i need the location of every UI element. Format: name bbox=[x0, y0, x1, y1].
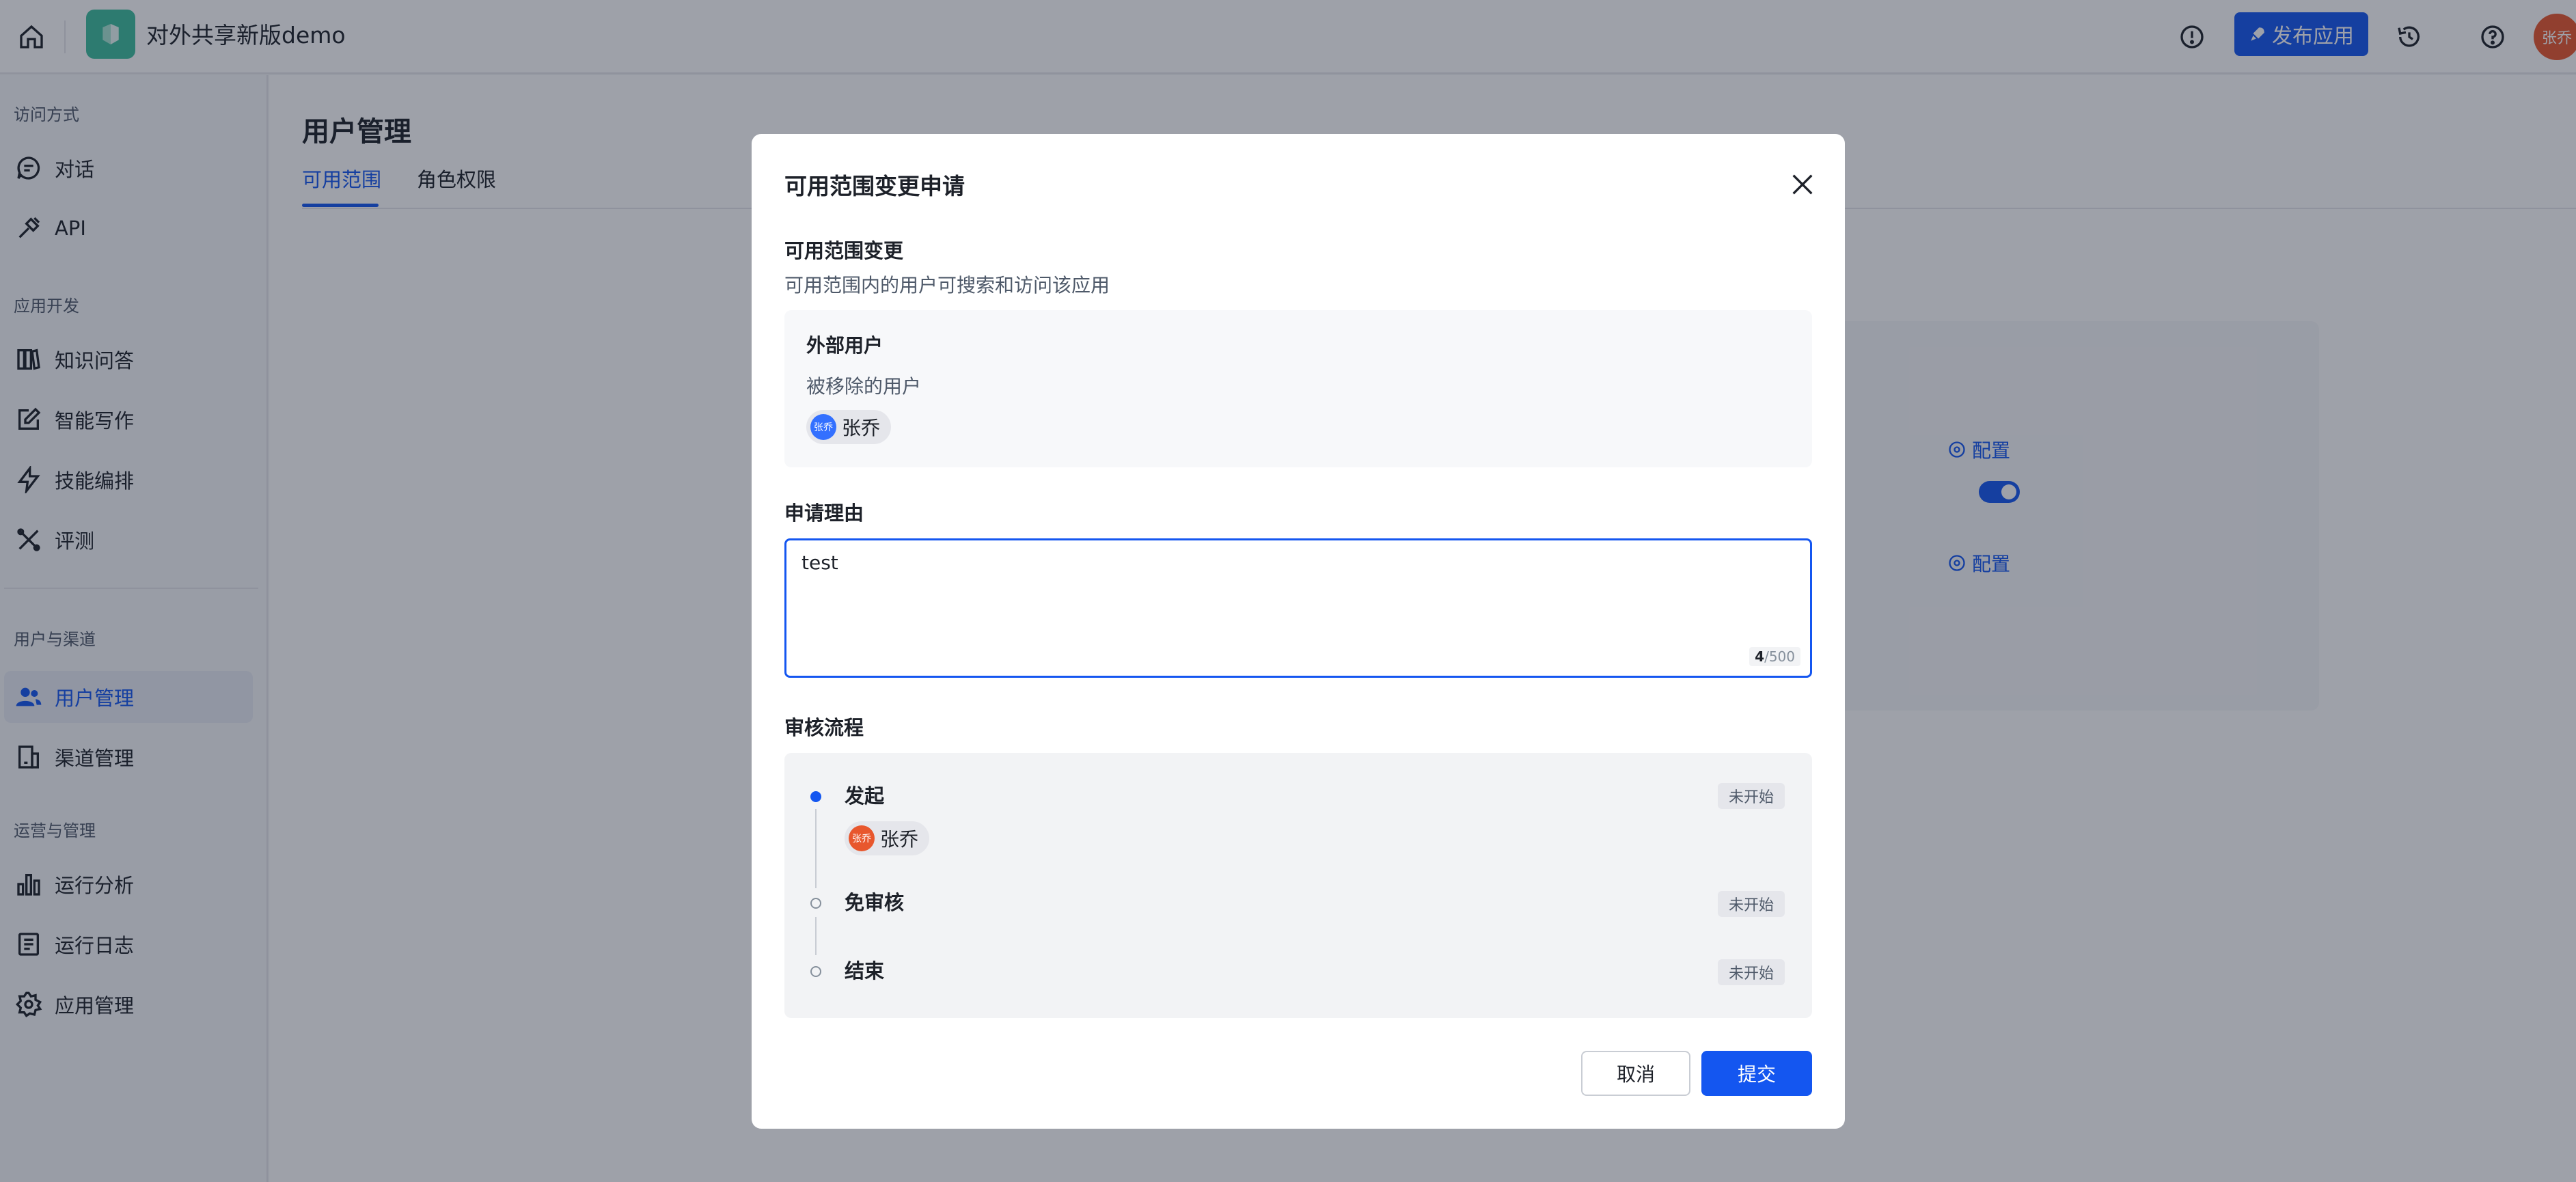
cancel-button[interactable]: 取消 bbox=[1581, 1051, 1690, 1096]
approval-flow-box: 发起 未开始 张乔 张乔 免审核 未开始 结束 未开始 bbox=[784, 753, 1812, 1018]
flow-step-name: 结束 bbox=[845, 959, 885, 982]
approval-flow-label: 审核流程 bbox=[784, 716, 864, 739]
flow-step-dot bbox=[810, 898, 821, 909]
status-badge: 未开始 bbox=[1718, 959, 1785, 985]
scope-change-box: 外部用户 被移除的用户 张乔 张乔 bbox=[784, 310, 1812, 467]
avatar: 张乔 bbox=[849, 825, 875, 851]
flow-step-name: 发起 bbox=[845, 784, 885, 808]
scope-group-title: 外部用户 bbox=[806, 334, 883, 357]
scope-change-description: 可用范围内的用户可搜索和访问该应用 bbox=[784, 274, 1110, 297]
close-icon[interactable] bbox=[1783, 165, 1822, 204]
initiator-user-chip: 张乔 张乔 bbox=[845, 821, 930, 855]
user-name: 张乔 bbox=[880, 828, 919, 851]
status-badge: 未开始 bbox=[1718, 891, 1785, 917]
user-name: 张乔 bbox=[842, 417, 881, 439]
reason-label: 申请理由 bbox=[784, 501, 864, 525]
app-root: 对外共享新版demo 发布应用 张乔 访问方式 对话 API 应用开发 知识问答… bbox=[0, 0, 2576, 1182]
char-count: 4 bbox=[1755, 648, 1765, 665]
flow-step-dot bbox=[810, 966, 821, 977]
char-max: /500 bbox=[1764, 648, 1795, 665]
avatar: 张乔 bbox=[810, 414, 836, 440]
flow-step-name: 免审核 bbox=[845, 891, 905, 914]
flow-connector bbox=[815, 917, 817, 955]
scope-group-subtitle: 被移除的用户 bbox=[806, 375, 922, 398]
modal-title: 可用范围变更申请 bbox=[784, 173, 965, 200]
status-badge: 未开始 bbox=[1718, 783, 1785, 809]
scope-change-request-modal: 可用范围变更申请 可用范围变更 可用范围内的用户可搜索和访问该应用 外部用户 被… bbox=[752, 134, 1845, 1129]
reason-textarea-value: test bbox=[801, 551, 838, 574]
submit-button[interactable]: 提交 bbox=[1701, 1051, 1812, 1096]
removed-user-chip: 张乔 张乔 bbox=[806, 410, 892, 444]
reason-textarea[interactable]: test 4/500 bbox=[784, 538, 1812, 678]
scope-change-label: 可用范围变更 bbox=[784, 239, 904, 262]
flow-connector bbox=[815, 809, 817, 888]
flow-step-dot bbox=[810, 791, 821, 802]
char-counter: 4/500 bbox=[1749, 647, 1800, 666]
